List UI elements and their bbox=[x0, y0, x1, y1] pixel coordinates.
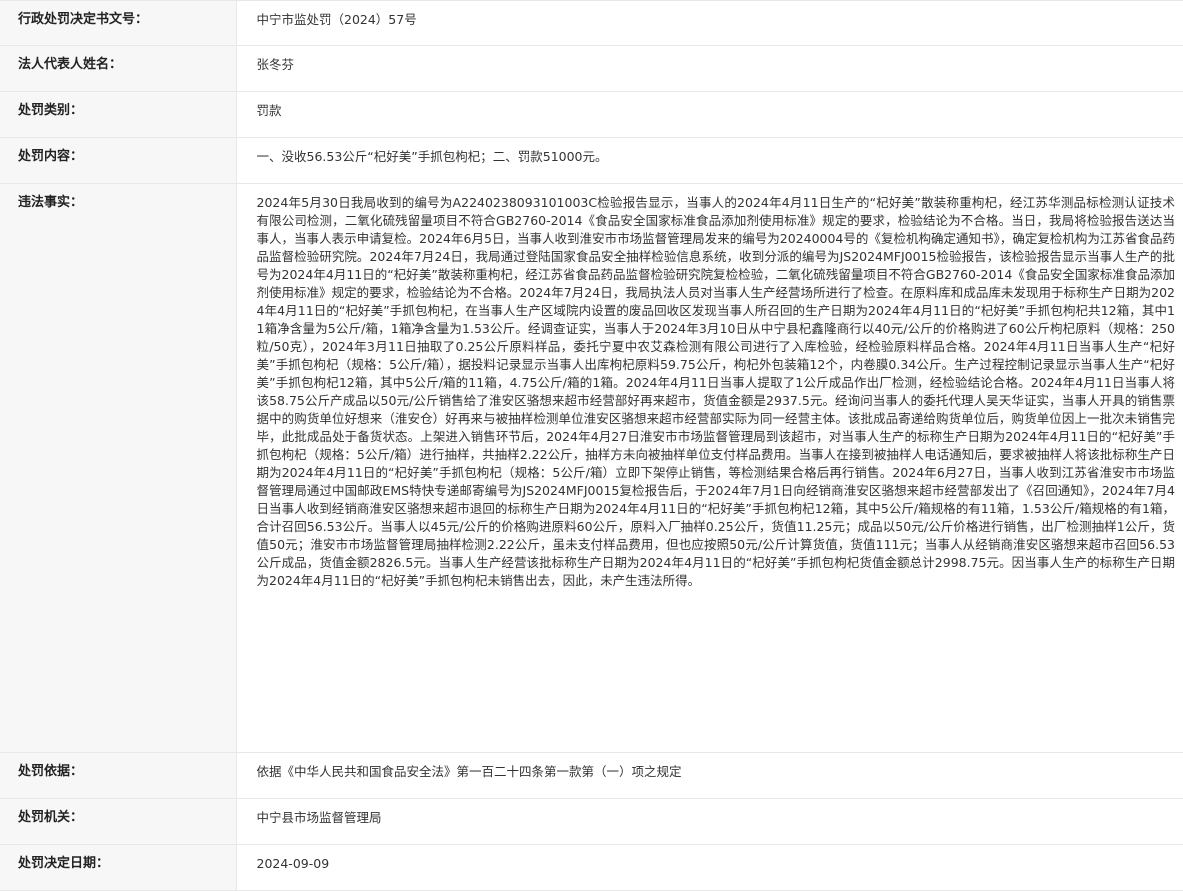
legal-representative-value: 张冬芬 bbox=[236, 45, 1183, 92]
penalty-content-value: 一、没收56.53公斤“杞好美”手抓包枸杞；二、罚款51000元。 bbox=[236, 137, 1183, 184]
row-decision-date: 处罚决定日期： 2024-09-09 bbox=[0, 844, 1183, 891]
row-penalty-content: 处罚内容： 一、没收56.53公斤“杞好美”手抓包枸杞；二、罚款51000元。 bbox=[0, 137, 1183, 184]
decision-number-value: 中宁市监处罚（2024）57号 bbox=[236, 0, 1183, 46]
decision-date-value: 2024-09-09 bbox=[236, 844, 1183, 891]
violation-facts-label: 违法事实： bbox=[0, 183, 237, 753]
row-decision-number: 行政处罚决定书文号： 中宁市监处罚（2024）57号 bbox=[0, 0, 1183, 46]
row-penalty-authority: 处罚机关： 中宁县市场监督管理局 bbox=[0, 798, 1183, 845]
decision-number-label: 行政处罚决定书文号： bbox=[0, 0, 237, 46]
penalty-basis-label: 处罚依据： bbox=[0, 752, 237, 799]
penalty-category-label: 处罚类别： bbox=[0, 91, 237, 138]
penalty-authority-value: 中宁县市场监督管理局 bbox=[236, 798, 1183, 845]
penalty-basis-value: 依据《中华人民共和国食品安全法》第一百二十四条第一款第（一）项之规定 bbox=[236, 752, 1183, 799]
row-violation-facts: 违法事实： 2024年5月30日我局收到的编号为A224023809310100… bbox=[0, 183, 1183, 753]
decision-date-label: 处罚决定日期： bbox=[0, 844, 237, 891]
row-legal-representative: 法人代表人姓名： 张冬芬 bbox=[0, 45, 1183, 92]
legal-representative-label: 法人代表人姓名： bbox=[0, 45, 237, 92]
row-penalty-category: 处罚类别： 罚款 bbox=[0, 91, 1183, 138]
row-penalty-basis: 处罚依据： 依据《中华人民共和国食品安全法》第一百二十四条第一款第（一）项之规定 bbox=[0, 752, 1183, 799]
penalty-category-value: 罚款 bbox=[236, 91, 1183, 138]
penalty-decision-table: 行政处罚决定书文号： 中宁市监处罚（2024）57号 法人代表人姓名： 张冬芬 … bbox=[0, 0, 1183, 891]
violation-facts-value: 2024年5月30日我局收到的编号为A2240238093101003C检验报告… bbox=[236, 183, 1183, 753]
penalty-authority-label: 处罚机关： bbox=[0, 798, 237, 845]
penalty-content-label: 处罚内容： bbox=[0, 137, 237, 184]
